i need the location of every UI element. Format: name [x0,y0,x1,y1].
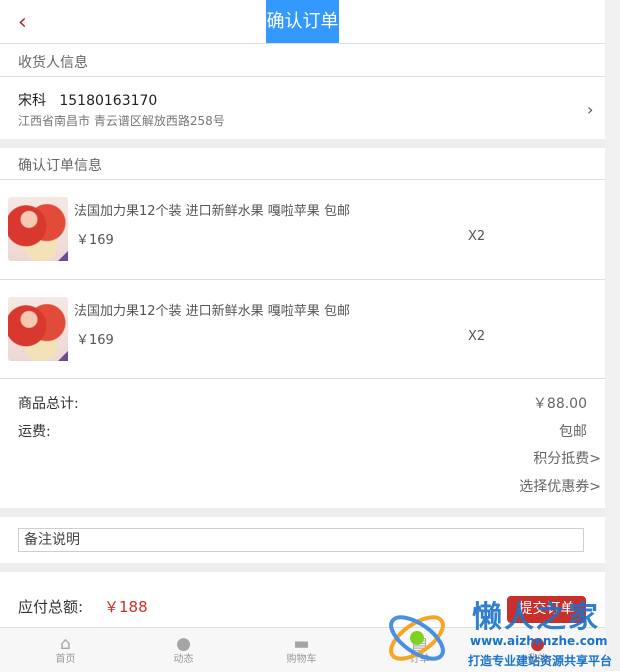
divider [0,279,605,280]
tab-cart[interactable]: ▬ 购物车 [241,628,362,672]
tab-home[interactable]: ⌂ 首页 [5,628,126,672]
page-title: 确认订单 [266,0,339,43]
receiver-section-title: 收货人信息 [18,55,88,71]
total-label: 应付总额: [18,598,84,616]
chat-icon: ● [176,634,191,654]
chevron-right-icon[interactable]: › [587,100,593,120]
order-section-title: 确认订单信息 [18,158,102,174]
receiver-phone: 15180163170 [59,93,158,109]
section-gap [0,563,605,572]
tab-feed[interactable]: ● 动态 [123,628,244,672]
receiver-address: 江西省南昌市 青云谱区解放西路258号 [18,114,225,128]
remark-input[interactable]: 备注说明 [18,528,584,552]
back-chevron-icon[interactable]: ‹ [18,10,38,36]
product-quantity: X2 [468,329,486,344]
receiver-name-phone: 宋科 15180163170 [18,90,157,110]
receiver-name: 宋科 [18,93,46,109]
shipping-label: 运费: [18,424,51,440]
tab-label: 首页 [55,654,76,665]
watermark-slogan: 打造专业建站资源共享平台 [468,654,613,668]
divider [0,43,605,44]
product-quantity: X2 [468,229,486,244]
points-deduction-link[interactable]: 积分抵费> [533,448,601,468]
right-scroll-rail [605,0,620,671]
subtotal-value: ￥88.00 [532,396,587,412]
divider [0,378,605,379]
product-price: ￥169 [76,333,114,348]
tab-label: 购物车 [286,654,317,665]
section-gap [0,139,605,148]
home-icon: ⌂ [60,634,71,654]
tab-label: 动态 [173,654,194,665]
product-price: ￥169 [76,233,114,248]
product-name: 法国加力果12个装 进口新鲜水果 嘎啦苹果 包邮 [74,204,350,219]
product-image [8,297,68,361]
watermark-url: www.aizhenzhe.com [470,634,608,648]
watermark-logo [389,615,445,661]
section-gap [0,508,605,517]
cart-icon: ▬ [293,634,310,654]
divider [0,76,605,77]
product-name: 法国加力果12个装 进口新鲜水果 嘎啦苹果 包邮 [74,304,350,319]
product-image [8,197,68,261]
subtotal-label: 商品总计: [18,396,79,412]
divider [0,179,605,180]
total-value: ￥188 [104,598,148,616]
watermark-brand: 懒人之家 [472,600,600,635]
coupon-select-link[interactable]: 选择优惠券> [519,476,601,496]
shipping-value: 包邮 [559,424,587,440]
